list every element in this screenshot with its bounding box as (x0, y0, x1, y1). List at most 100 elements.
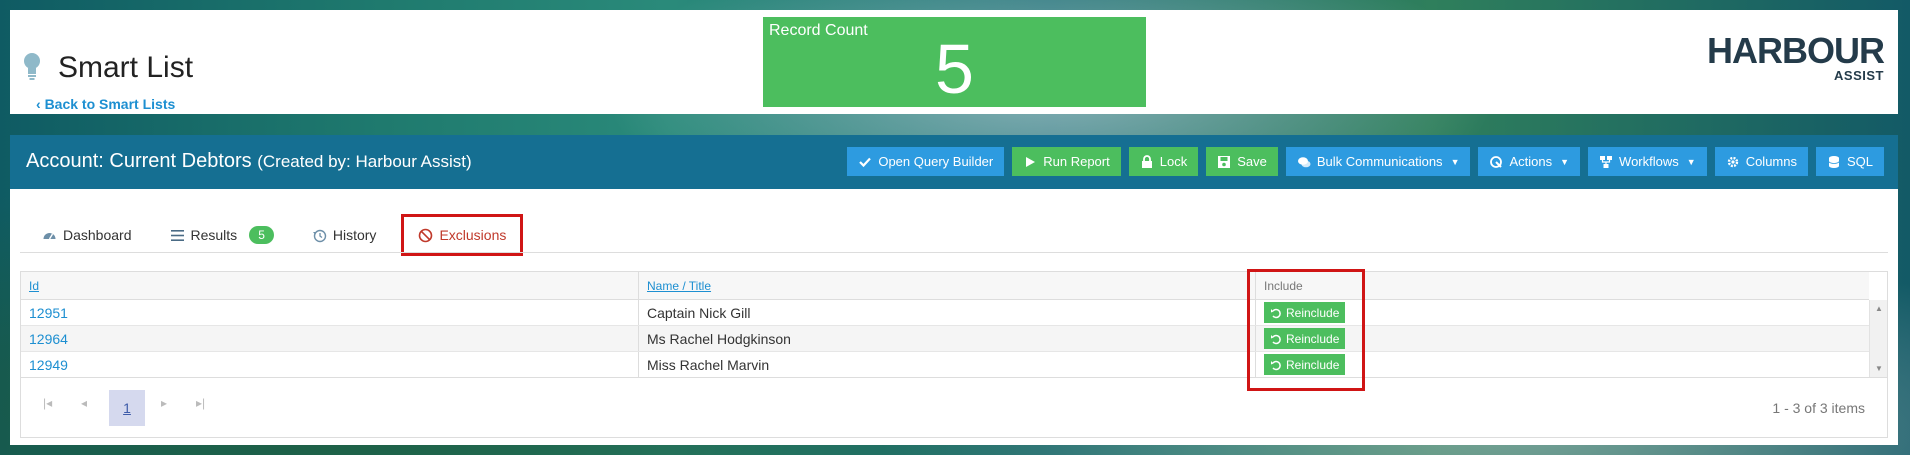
button-label: Run Report (1043, 154, 1110, 169)
record-name: Miss Rachel Marvin (647, 356, 770, 373)
record-name: Captain Nick Gill (647, 304, 751, 321)
last-page-icon[interactable]: ▸| (196, 396, 205, 410)
tab-label: Exclusions (439, 227, 507, 243)
include-cell: Reinclude (1255, 300, 1869, 325)
button-label: Actions (1509, 154, 1553, 169)
button-label: SQL (1846, 154, 1873, 169)
column-header-id[interactable]: Id (21, 272, 638, 299)
sort-name-link[interactable]: Name / Title (647, 279, 711, 293)
scroll-up-icon[interactable]: ▲ (1875, 304, 1883, 313)
reinclude-button[interactable]: Reinclude (1264, 354, 1346, 375)
lock-icon (1141, 154, 1152, 168)
columns-button[interactable]: Columns (1714, 147, 1808, 176)
table-row: 12949 Miss Rachel Marvin Reinclude (21, 352, 1869, 378)
sql-button[interactable]: SQL (1815, 147, 1884, 176)
tab-label: Dashboard (63, 227, 132, 243)
tab-label: History (332, 227, 377, 243)
tab-dashboard[interactable]: Dashboard (32, 219, 142, 251)
save-button[interactable]: Save (1206, 147, 1278, 176)
tab-bar: Dashboard Results 5 History Exclusions (32, 214, 538, 256)
name-cell: Miss Rachel Marvin (638, 352, 1255, 377)
ban-icon (419, 228, 433, 242)
history-icon (312, 229, 327, 242)
workflow-icon (1600, 155, 1613, 168)
logo-sub-text: ASSIST (1834, 68, 1884, 83)
chat-icon (1297, 156, 1311, 167)
reinclude-label: Reinclude (1286, 305, 1340, 320)
open-query-builder-button[interactable]: Open Query Builder (847, 147, 1005, 176)
reinclude-label: Reinclude (1286, 357, 1340, 372)
table-row: 12964 Ms Rachel Hodgkinson Reinclude (21, 326, 1869, 352)
record-name: Ms Rachel Hodgkinson (647, 330, 791, 347)
page-title: Smart List (58, 51, 194, 84)
record-id-link[interactable]: 12951 (29, 305, 68, 321)
panel-title: Account: Current Debtors (Created by: Ha… (26, 150, 472, 173)
sort-id-link[interactable]: Id (29, 279, 39, 293)
tabs-divider (20, 252, 1888, 253)
play-icon (1026, 156, 1036, 167)
name-cell: Ms Rachel Hodgkinson (638, 326, 1255, 351)
created-by: (Created by: Harbour Assist) (257, 152, 472, 171)
panel-header: Account: Current Debtors (Created by: Ha… (10, 135, 1898, 189)
actions-icon (1490, 155, 1503, 168)
grid-header: Id Name / Title Include (21, 272, 1869, 300)
include-cell: Reinclude (1255, 326, 1869, 351)
record-id-link[interactable]: 12964 (29, 331, 68, 347)
gear-icon (1727, 156, 1738, 167)
results-count-badge: 5 (249, 226, 274, 244)
reinclude-button[interactable]: Reinclude (1264, 328, 1346, 349)
button-label: Lock (1159, 154, 1188, 169)
check-icon (859, 157, 872, 167)
logo-main-text: HARBOUR (1707, 30, 1885, 71)
first-page-icon[interactable]: |◂ (43, 396, 52, 410)
page-1-button[interactable]: 1 (109, 390, 145, 426)
caret-down-icon: ▼ (1450, 156, 1460, 167)
id-cell: 12951 (21, 300, 638, 325)
back-to-smart-lists-link[interactable]: ‹ Back to Smart Lists (36, 96, 175, 112)
include-header-label: Include (1264, 278, 1303, 293)
run-report-button[interactable]: Run Report (1012, 147, 1121, 176)
bulk-communications-button[interactable]: Bulk Communications ▼ (1285, 147, 1471, 176)
button-label: Bulk Communications (1316, 154, 1443, 169)
tab-history[interactable]: History (302, 219, 387, 251)
record-count-value: 5 (935, 30, 974, 108)
lock-button[interactable]: Lock (1128, 147, 1199, 176)
button-label: Workflows (1619, 154, 1679, 169)
previous-page-icon[interactable]: ◂ (81, 396, 87, 410)
actions-button[interactable]: Actions ▼ (1478, 147, 1581, 176)
grid-scrollbar[interactable]: ▲ ▼ (1869, 300, 1887, 377)
tab-results[interactable]: Results 5 (160, 218, 284, 252)
harbour-assist-logo: HARBOUR ASSIST (1704, 30, 1885, 90)
next-page-icon[interactable]: ▸ (161, 396, 167, 410)
list-name: Account: Current Debtors (26, 150, 252, 172)
table-row: 12951 Captain Nick Gill Reinclude (21, 300, 1869, 326)
save-icon (1218, 155, 1231, 168)
toolbar: Open Query Builder Run Report Lock Save … (847, 147, 1884, 176)
column-header-name[interactable]: Name / Title (638, 272, 1255, 299)
pager-info: 1 - 3 of 3 items (1772, 400, 1865, 416)
include-cell: Reinclude (1255, 352, 1869, 377)
id-cell: 12949 (21, 352, 638, 377)
column-header-include: Include (1255, 272, 1869, 299)
exclusions-grid: Id Name / Title Include 12951 Captain Ni… (20, 271, 1888, 438)
reinclude-label: Reinclude (1286, 331, 1340, 346)
back-link-label: Back to Smart Lists (44, 96, 176, 112)
workflows-button[interactable]: Workflows ▼ (1588, 147, 1707, 176)
button-label: Save (1237, 154, 1267, 169)
record-id-link[interactable]: 12949 (29, 357, 68, 373)
id-cell: 12964 (21, 326, 638, 351)
pager: |◂ ◂ 1 ▸ ▸| 1 - 3 of 3 items (21, 377, 1887, 437)
lightbulb-icon (24, 53, 40, 80)
scroll-down-icon[interactable]: ▼ (1875, 364, 1883, 373)
caret-down-icon: ▼ (1560, 156, 1570, 167)
button-label: Open Query Builder (878, 154, 994, 169)
tab-label: Results (190, 227, 238, 243)
record-count-tile: Record Count 5 (763, 17, 1146, 108)
undo-icon (1271, 308, 1281, 318)
database-icon (1828, 155, 1840, 168)
caret-down-icon: ▼ (1686, 156, 1696, 167)
reinclude-button[interactable]: Reinclude (1264, 302, 1346, 323)
list-icon (170, 229, 184, 241)
tab-exclusions[interactable]: Exclusions (401, 214, 524, 256)
undo-icon (1271, 360, 1281, 370)
